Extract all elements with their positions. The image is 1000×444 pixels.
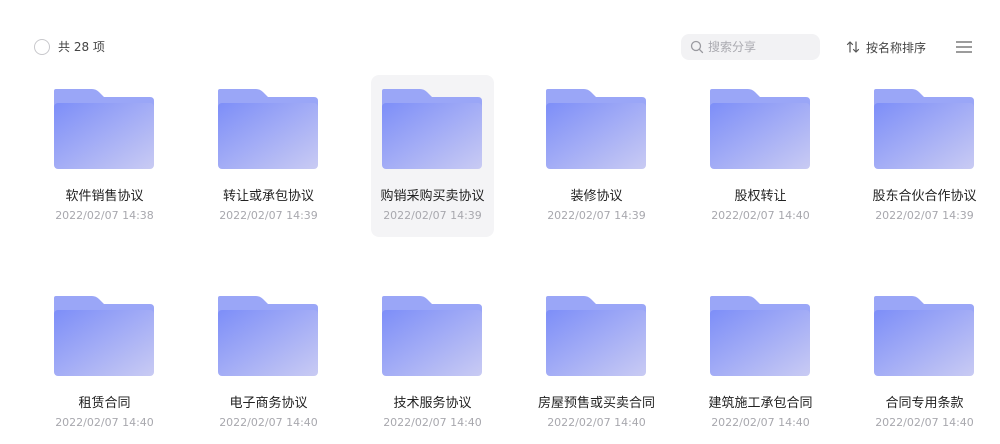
folder-date: 2022/02/07 14:39 (219, 209, 318, 222)
folder-date: 2022/02/07 14:39 (383, 209, 482, 222)
folder-item[interactable]: 软件销售协议 2022/02/07 14:38 (43, 75, 166, 237)
folder-icon (874, 296, 974, 376)
folder-item[interactable]: 租赁合同 2022/02/07 14:40 (43, 282, 166, 444)
folder-name: 股权转让 (734, 189, 787, 204)
folder-date: 2022/02/07 14:40 (547, 416, 646, 429)
folder-icon (54, 296, 154, 376)
folder-item[interactable]: 建筑施工承包合同 2022/02/07 14:40 (699, 282, 822, 444)
folder-item[interactable]: 转让或承包协议 2022/02/07 14:39 (207, 75, 330, 237)
folder-date: 2022/02/07 14:40 (55, 416, 154, 429)
folder-item[interactable]: 股权转让 2022/02/07 14:40 (699, 75, 822, 237)
folder-item[interactable]: 技术服务协议 2022/02/07 14:40 (371, 282, 494, 444)
folder-icon (710, 89, 810, 169)
folder-item[interactable]: 购销采购买卖协议 2022/02/07 14:39 (371, 75, 494, 237)
folder-icon (218, 296, 318, 376)
folder-name: 软件销售协议 (65, 189, 144, 204)
folder-name: 购销采购买卖协议 (380, 189, 485, 204)
folder-name: 股东合伙合作协议 (872, 189, 977, 204)
folder-date: 2022/02/07 14:40 (219, 416, 318, 429)
folder-date: 2022/02/07 14:39 (875, 209, 974, 222)
folder-name: 电子商务协议 (229, 396, 308, 411)
folder-name: 房屋预售或买卖合同 (537, 396, 655, 411)
folder-date: 2022/02/07 14:40 (711, 416, 810, 429)
folder-item[interactable]: 股东合伙合作协议 2022/02/07 14:39 (863, 75, 986, 237)
folder-icon (546, 89, 646, 169)
folder-name: 租赁合同 (78, 396, 131, 411)
folder-icon (710, 296, 810, 376)
folder-name: 合同专用条款 (885, 396, 964, 411)
folder-item[interactable]: 电子商务协议 2022/02/07 14:40 (207, 282, 330, 444)
folder-date: 2022/02/07 14:39 (547, 209, 646, 222)
folder-item[interactable]: 装修协议 2022/02/07 14:39 (535, 75, 658, 237)
folder-name: 装修协议 (570, 189, 623, 204)
folder-icon (218, 89, 318, 169)
folder-item[interactable]: 合同专用条款 2022/02/07 14:40 (863, 282, 986, 444)
folder-icon (382, 296, 482, 376)
folder-date: 2022/02/07 14:40 (711, 209, 810, 222)
folder-icon (54, 89, 154, 169)
folder-date: 2022/02/07 14:40 (383, 416, 482, 429)
folder-name: 技术服务协议 (393, 396, 472, 411)
folder-item[interactable]: 房屋预售或买卖合同 2022/02/07 14:40 (535, 282, 658, 444)
folder-date: 2022/02/07 14:40 (875, 416, 974, 429)
folder-name: 转让或承包协议 (222, 189, 314, 204)
folder-icon (546, 296, 646, 376)
folder-name: 建筑施工承包合同 (708, 396, 813, 411)
folder-icon (382, 89, 482, 169)
folder-icon (874, 89, 974, 169)
folder-date: 2022/02/07 14:38 (55, 209, 154, 222)
file-grid: 软件销售协议 2022/02/07 14:38 转让或承包协议 2022/02/07 … (0, 0, 1000, 444)
